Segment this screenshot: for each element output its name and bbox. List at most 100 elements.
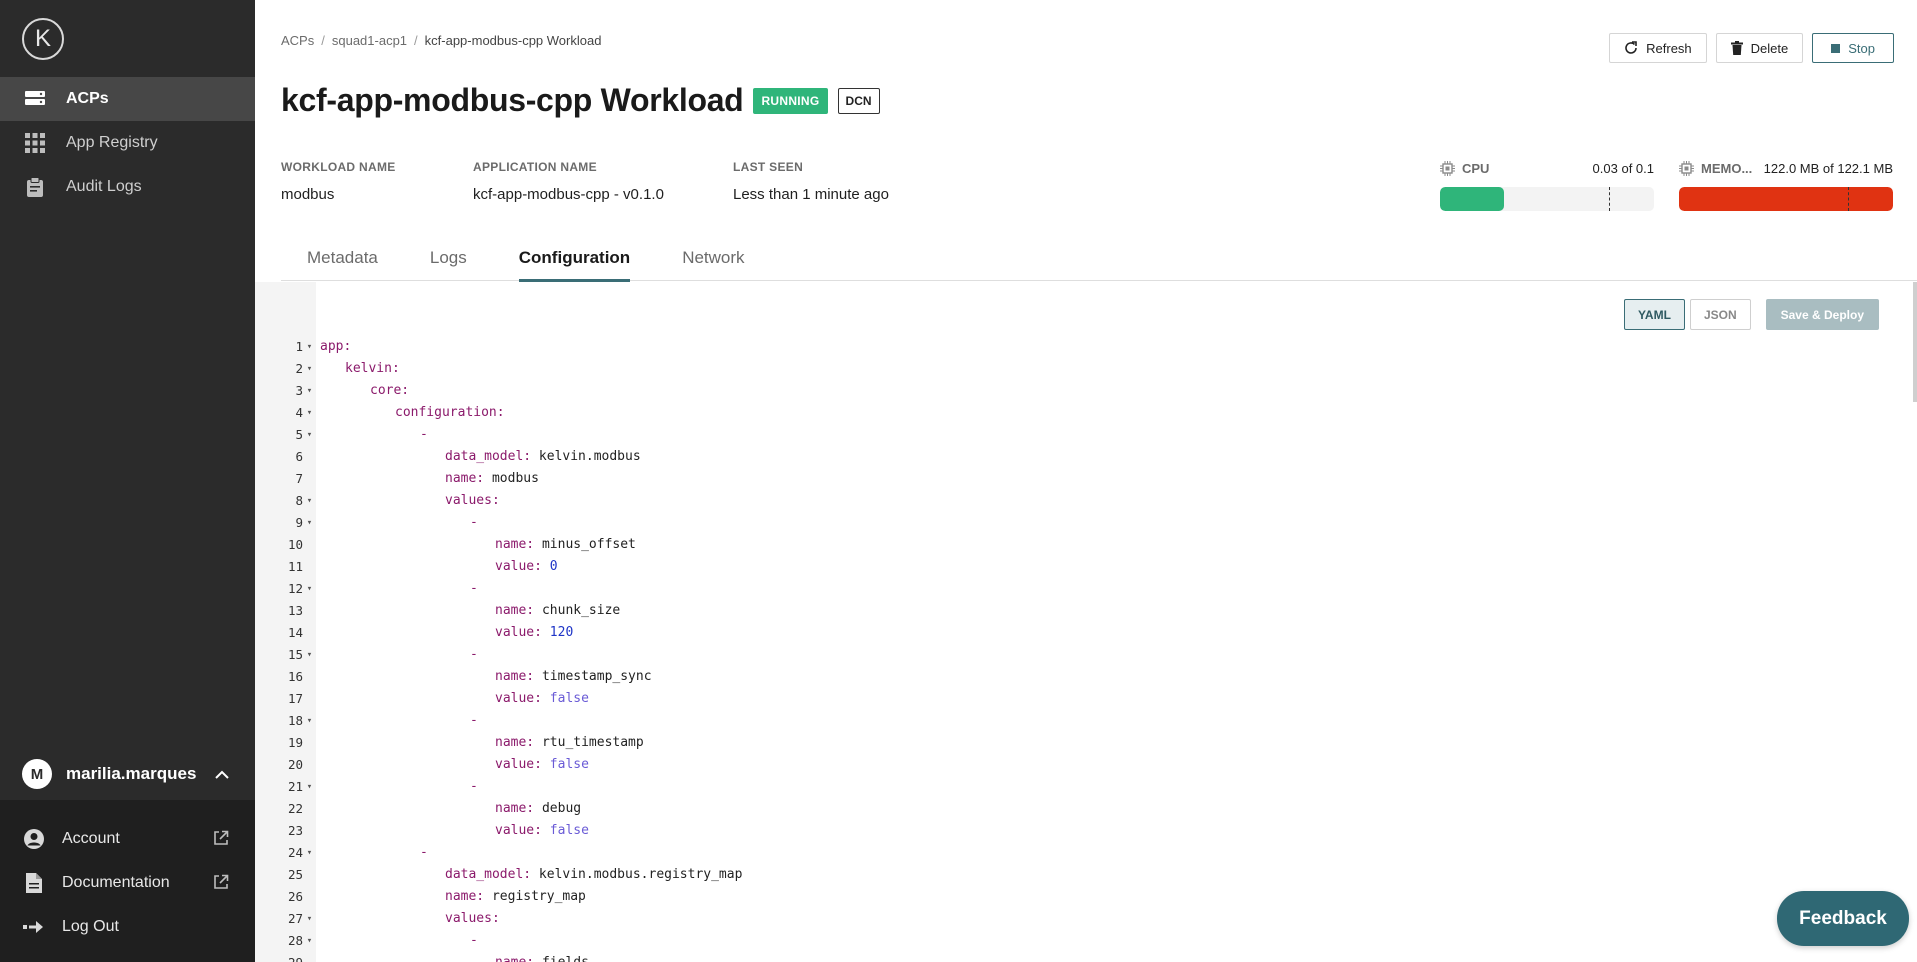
type-badge: DCN xyxy=(837,87,880,114)
code-text: core: xyxy=(320,380,409,402)
tab-metadata[interactable]: Metadata xyxy=(281,248,404,281)
code-line[interactable]: 22 name: debug xyxy=(281,798,742,820)
sidebar-item-audit-logs[interactable]: Audit Logs xyxy=(0,165,255,209)
chevron-up-icon[interactable] xyxy=(213,765,231,783)
code-line[interactable]: 17 value: false xyxy=(281,688,742,710)
tab-logs[interactable]: Logs xyxy=(404,248,493,281)
code-line[interactable]: 7 name: modbus xyxy=(281,468,742,490)
code-line[interactable]: 5 ▾ - xyxy=(281,424,742,446)
code-line[interactable]: 12 ▾ - xyxy=(281,578,742,600)
yaml-key: kelvin: xyxy=(345,361,400,376)
delete-button[interactable]: Delete xyxy=(1715,33,1804,63)
json-format-button[interactable]: JSON xyxy=(1689,299,1751,330)
fold-toggle-icon[interactable]: ▾ xyxy=(303,578,316,600)
code-line[interactable]: 26 name: registry_map xyxy=(281,886,742,908)
code-line[interactable]: 29 name: fields xyxy=(281,952,742,962)
fold-toggle-icon[interactable]: ▾ xyxy=(303,930,316,952)
code-line[interactable]: 1 ▾ app: xyxy=(281,336,742,358)
sidebar-nav: ACPs App Registry Audit Logs xyxy=(0,77,255,209)
yaml-value: 120 xyxy=(541,625,574,640)
code-line[interactable]: 15 ▾ - xyxy=(281,644,742,666)
yaml-value: rtu_timestamp xyxy=(534,735,644,750)
code-line[interactable]: 8 ▾ values: xyxy=(281,490,742,512)
documentation-link[interactable]: Documentation xyxy=(0,861,255,905)
line-number: 22 xyxy=(287,801,303,816)
code-line[interactable]: 16 name: timestamp_sync xyxy=(281,666,742,688)
code-line[interactable]: 9 ▾ - xyxy=(281,512,742,534)
line-number: 6 xyxy=(295,449,303,464)
yaml-key: name: xyxy=(495,669,535,684)
cpu-meter: CPU 0.03 of 0.1 xyxy=(1440,159,1654,211)
sidebar-item-label: ACPs xyxy=(66,90,109,107)
code-line[interactable]: 3 ▾ core: xyxy=(281,380,742,402)
yaml-key: name: xyxy=(495,801,535,816)
code-line[interactable]: 19 name: rtu_timestamp xyxy=(281,732,742,754)
fold-toggle-icon[interactable]: ▾ xyxy=(303,402,316,424)
breadcrumb-item-current: kcf-app-modbus-cpp Workload xyxy=(424,33,602,48)
account-link[interactable]: Account xyxy=(0,817,255,861)
fold-toggle-icon[interactable]: ▾ xyxy=(303,710,316,732)
line-number: 28 xyxy=(287,933,303,948)
breadcrumb-item-acp[interactable]: squad1-acp1 xyxy=(332,33,407,48)
fold-toggle-icon[interactable]: ▾ xyxy=(303,908,316,930)
kelvin-logo[interactable]: K xyxy=(22,18,64,60)
user-menu-toggle[interactable]: M marilia.marques xyxy=(0,748,255,800)
tab-network[interactable]: Network xyxy=(656,248,770,281)
fold-toggle-icon[interactable]: ▾ xyxy=(303,490,316,512)
code-line[interactable]: 18 ▾ - xyxy=(281,710,742,732)
code-line[interactable]: 23 value: false xyxy=(281,820,742,842)
code-line[interactable]: 20 value: false xyxy=(281,754,742,776)
code-line[interactable]: 21 ▾ - xyxy=(281,776,742,798)
code-line[interactable]: 2 ▾ kelvin: xyxy=(281,358,742,380)
external-link-icon xyxy=(213,874,231,892)
fold-toggle-icon[interactable]: ▾ xyxy=(303,512,316,534)
breadcrumb-item-acps[interactable]: ACPs xyxy=(281,33,314,48)
tab-configuration[interactable]: Configuration xyxy=(493,248,656,282)
logout-link[interactable]: Log Out xyxy=(0,905,255,949)
fold-toggle-icon[interactable]: ▾ xyxy=(303,424,316,446)
fold-toggle-icon[interactable]: ▾ xyxy=(303,644,316,666)
code-line[interactable]: 6 data_model: kelvin.modbus xyxy=(281,446,742,468)
code-line[interactable]: 27 ▾ values: xyxy=(281,908,742,930)
stop-button[interactable]: Stop xyxy=(1812,33,1894,63)
fold-toggle-icon[interactable]: ▾ xyxy=(303,336,316,358)
yaml-format-button[interactable]: YAML xyxy=(1624,299,1685,330)
fold-toggle-icon[interactable]: ▾ xyxy=(303,776,316,798)
cpu-label: CPU xyxy=(1462,160,1490,176)
account-icon xyxy=(22,827,46,851)
fold-toggle-icon[interactable]: ▾ xyxy=(303,842,316,864)
memory-usage-bar xyxy=(1679,187,1893,211)
logout-label: Log Out xyxy=(62,918,119,935)
code-line[interactable]: 14 value: 120 xyxy=(281,622,742,644)
code-line[interactable]: 28 ▾ - xyxy=(281,930,742,952)
line-number: 13 xyxy=(287,603,303,618)
memory-label: MEMO... xyxy=(1701,160,1753,176)
fold-toggle-icon[interactable]: ▾ xyxy=(303,358,316,380)
code-lines[interactable]: 1 ▾ app: 2 ▾ kelvin: 3 ▾ core: 4 ▾ configuration: 5 ▾… xyxy=(281,336,742,962)
sidebar-item-acps[interactable]: ACPs xyxy=(0,77,255,121)
code-text: data_model: kelvin.modbus.registry_map xyxy=(320,864,742,886)
yaml-key: - xyxy=(470,515,478,530)
application-name-field: APPLICATION NAME kcf-app-modbus-cpp - v0… xyxy=(473,160,664,203)
code-line[interactable]: 11 value: 0 xyxy=(281,556,742,578)
scrollbar[interactable] xyxy=(1913,282,1917,402)
external-link-icon xyxy=(213,830,231,848)
configuration-editor[interactable]: YAML JSON Save & Deploy 1 ▾ app: 2 ▾ kelvin: 3… xyxy=(255,282,1917,962)
feedback-button[interactable]: Feedback xyxy=(1777,891,1909,946)
code-line[interactable]: 13 name: chunk_size xyxy=(281,600,742,622)
account-label: Account xyxy=(62,830,120,847)
code-line[interactable]: 10 name: minus_offset xyxy=(281,534,742,556)
save-deploy-button[interactable]: Save & Deploy xyxy=(1765,299,1879,330)
code-line[interactable]: 4 ▾ configuration: xyxy=(281,402,742,424)
refresh-button[interactable]: Refresh xyxy=(1609,33,1707,63)
line-number: 15 xyxy=(287,647,303,662)
code-line[interactable]: 25 data_model: kelvin.modbus.registry_map xyxy=(281,864,742,886)
sidebar-item-app-registry[interactable]: App Registry xyxy=(0,121,255,165)
code-line[interactable]: 24 ▾ - xyxy=(281,842,742,864)
breadcrumb: ACPs / squad1-acp1 / kcf-app-modbus-cpp Work… xyxy=(281,33,601,48)
fold-toggle-icon[interactable]: ▾ xyxy=(303,380,316,402)
tab-bar: Metadata Logs Configuration Network xyxy=(281,248,1917,282)
